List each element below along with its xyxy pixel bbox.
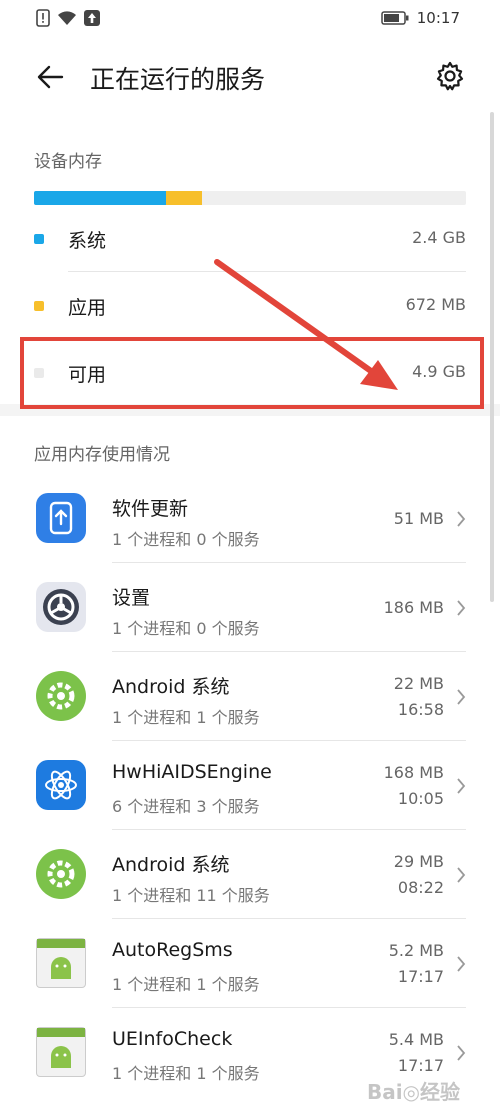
memory-row-label: 应用 bbox=[68, 297, 107, 319]
app-process-info: 1 个进程和 0 个服务 bbox=[112, 530, 260, 549]
available-color-dot bbox=[34, 368, 44, 378]
status-time: 10:17 bbox=[416, 9, 460, 27]
app-name: 设置 bbox=[112, 587, 151, 609]
chevron-right-icon bbox=[457, 511, 466, 527]
watermark: Bai◎经验 bbox=[366, 1080, 460, 1104]
app-row-settings[interactable]: 设置 1 个进程和 0 个服务 186 MB bbox=[0, 563, 500, 652]
app-process-info: 1 个进程和 1 个服务 bbox=[112, 708, 260, 727]
memory-row-label: 可用 bbox=[68, 364, 107, 386]
app-name: UEInfoCheck bbox=[112, 1028, 233, 1050]
settings-icon bbox=[36, 582, 86, 632]
app-run-time: 17:17 bbox=[397, 967, 444, 986]
app-color-dot bbox=[34, 301, 44, 311]
back-button[interactable] bbox=[34, 60, 68, 94]
app-row-autoregsms[interactable]: AutoRegSms 1 个进程和 1 个服务 5.2 MB 17:17 bbox=[0, 919, 500, 1008]
chevron-right-icon bbox=[457, 600, 466, 616]
app-meta: 22 MB 16:58 bbox=[394, 671, 444, 723]
app-memory-size: 22 MB bbox=[393, 674, 444, 693]
app-memory-size: 51 MB bbox=[393, 509, 444, 528]
app-process-info: 6 个进程和 3 个服务 bbox=[112, 797, 260, 816]
app-name: AutoRegSms bbox=[112, 939, 233, 961]
alert-icon bbox=[36, 9, 50, 27]
memory-bar-app bbox=[165, 191, 202, 205]
app-row-android-system-2[interactable]: Android 系统 1 个进程和 11 个服务 29 MB 08:22 bbox=[0, 830, 500, 919]
memory-row-label: 系统 bbox=[68, 230, 107, 252]
memory-row-available: 可用 4.9 GB bbox=[34, 340, 466, 406]
status-icons-left bbox=[36, 9, 100, 27]
app-meta: 5.2 MB 17:17 bbox=[389, 938, 444, 990]
app-meta: 168 MB 10:05 bbox=[384, 760, 444, 812]
status-icons-right: 10:17 bbox=[381, 9, 460, 27]
app-memory-size: 5.2 MB bbox=[388, 941, 444, 960]
app-memory-title: 应用内存使用情况 bbox=[34, 445, 170, 465]
app-meta: 5.4 MB 17:17 bbox=[389, 1027, 444, 1079]
memory-row-value: 672 MB bbox=[405, 295, 466, 314]
app-memory-size: 29 MB bbox=[393, 852, 444, 871]
android-app-icon bbox=[36, 938, 86, 988]
status-bar: 10:17 bbox=[0, 0, 500, 38]
app-run-time: 08:22 bbox=[397, 878, 444, 897]
page-title: 正在运行的服务 bbox=[90, 65, 266, 94]
android-app-icon bbox=[36, 1027, 86, 1077]
chevron-right-icon bbox=[457, 956, 466, 972]
memory-row-app: 应用 672 MB bbox=[34, 273, 466, 339]
app-row-software-update[interactable]: 软件更新 1 个进程和 0 个服务 51 MB bbox=[0, 474, 500, 563]
android-system-icon bbox=[36, 671, 86, 721]
chevron-right-icon bbox=[457, 1045, 466, 1061]
settings-button[interactable] bbox=[434, 60, 466, 92]
app-row-hwhiaidsengine[interactable]: HwHiAIDSEngine 6 个进程和 3 个服务 168 MB 10:05 bbox=[0, 741, 500, 830]
app-name: Android 系统 bbox=[112, 854, 230, 876]
app-memory-size: 186 MB bbox=[383, 598, 444, 617]
chevron-right-icon bbox=[457, 778, 466, 794]
memory-usage-bar bbox=[34, 191, 466, 205]
row-divider bbox=[68, 338, 466, 339]
chevron-right-icon bbox=[457, 867, 466, 883]
app-process-info: 1 个进程和 1 个服务 bbox=[112, 975, 260, 994]
app-process-info: 1 个进程和 0 个服务 bbox=[112, 619, 260, 638]
gear-icon bbox=[436, 61, 464, 91]
section-separator bbox=[0, 404, 500, 416]
row-divider bbox=[68, 271, 466, 272]
memory-row-value: 2.4 GB bbox=[412, 228, 466, 247]
wifi-icon bbox=[58, 11, 76, 25]
app-bar: 正在运行的服务 bbox=[0, 48, 500, 108]
memory-row-value: 4.9 GB bbox=[412, 362, 466, 381]
app-name: 软件更新 bbox=[112, 498, 189, 520]
app-meta: 29 MB 08:22 bbox=[394, 849, 444, 901]
app-run-time: 16:58 bbox=[397, 700, 444, 719]
app-name: HwHiAIDSEngine bbox=[112, 761, 272, 783]
scrollbar[interactable] bbox=[490, 112, 494, 602]
system-color-dot bbox=[34, 234, 44, 244]
battery-icon bbox=[381, 11, 409, 25]
memory-row-system: 系统 2.4 GB bbox=[34, 206, 466, 272]
upload-notification-icon bbox=[84, 10, 100, 26]
app-process-info: 1 个进程和 11 个服务 bbox=[112, 886, 270, 905]
app-row-android-system[interactable]: Android 系统 1 个进程和 1 个服务 22 MB 16:58 bbox=[0, 652, 500, 741]
device-memory-title: 设备内存 bbox=[34, 152, 102, 172]
memory-bar-system bbox=[34, 191, 166, 205]
app-name: Android 系统 bbox=[112, 676, 230, 698]
android-system-icon bbox=[36, 849, 86, 899]
app-memory-size: 168 MB bbox=[383, 763, 444, 782]
app-run-time: 10:05 bbox=[397, 789, 444, 808]
app-process-info: 1 个进程和 1 个服务 bbox=[112, 1064, 260, 1083]
back-arrow-icon bbox=[37, 65, 64, 89]
app-memory-size: 5.4 MB bbox=[388, 1030, 444, 1049]
chevron-right-icon bbox=[457, 689, 466, 705]
software-update-icon bbox=[36, 493, 86, 543]
atom-icon bbox=[36, 760, 86, 810]
